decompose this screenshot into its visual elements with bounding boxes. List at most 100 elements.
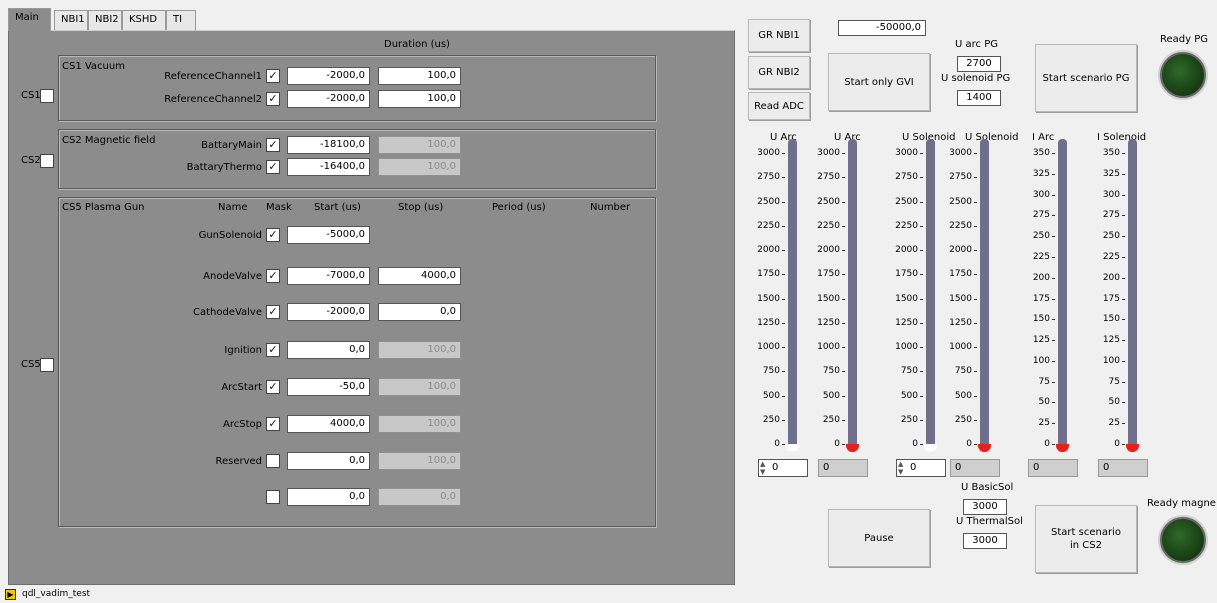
meter-tick-label: 0	[912, 439, 918, 449]
meter-tick-mark	[842, 322, 845, 324]
cs5-row-unnamed-start[interactable]: 0,0	[287, 488, 370, 506]
cs5-row-arcstart-stop: 100,0	[378, 378, 461, 396]
meter-tick-label: 100	[1102, 355, 1120, 366]
u-solenoid-pg-field[interactable]: 1400	[957, 90, 1001, 106]
cs5-row-cathodevalve-stop[interactable]: 0,0	[378, 303, 461, 321]
read-adc-button[interactable]: Read ADC	[748, 92, 810, 120]
u-arc-pg-field[interactable]: 2700	[957, 56, 1001, 72]
meter-tick-mark	[974, 250, 977, 251]
cs1-row2-duration-input[interactable]: 100,0	[378, 90, 461, 108]
cs5-row-anodevalve-stop[interactable]: 4000,0	[378, 267, 461, 285]
meter-tick-mark	[920, 419, 923, 421]
meter-tick-mark	[1052, 194, 1055, 196]
cs5-row-gunsolenoid-start[interactable]: -5000,0	[287, 226, 370, 244]
cs5-row-anodevalve-mask[interactable]: ✓	[266, 269, 280, 283]
cs1-row2-start-input[interactable]: -2000,0	[287, 90, 370, 108]
meter-tick-label: 3000	[949, 148, 972, 158]
cs5-row-gunsolenoid-name: GunSolenoid	[198, 230, 262, 241]
status-bar: ▶ qdl_vadim_test	[0, 586, 1217, 603]
meter-tick-label: 1000	[949, 342, 972, 352]
meter-tick-label: 1250	[817, 317, 840, 328]
cs5-row-anodevalve-start[interactable]: -7000,0	[287, 267, 370, 285]
meter-tick-label: 2000	[895, 245, 918, 255]
meter-tick-label: 2500	[895, 196, 918, 207]
meter-tube-5[interactable]	[1128, 139, 1137, 452]
u-thermalsol-field[interactable]: 3000	[963, 533, 1007, 549]
meter-tick-mark	[782, 274, 785, 276]
spinner-arrows-icon[interactable]: ▲ ▼	[760, 460, 765, 476]
cs5-row-arcstart-mask[interactable]: ✓	[266, 380, 280, 394]
meter-tube-4[interactable]	[1058, 139, 1067, 452]
meter-level-5	[1126, 444, 1139, 452]
tab-main[interactable]: Main	[8, 8, 51, 31]
meter-tick-label: 100	[1032, 355, 1050, 366]
meter-tick-mark	[974, 347, 977, 348]
cs5-checkbox[interactable]	[40, 358, 54, 372]
start-scenario-pg-button[interactable]: Start scenario PG	[1035, 44, 1137, 112]
meter-tick-label: 1750	[817, 269, 840, 280]
cs5-row-ignition-start[interactable]: 0,0	[287, 341, 370, 359]
meter-setpoint-input-0[interactable]: 0 ▲ ▼	[758, 459, 808, 477]
meter-tube-0[interactable]	[788, 139, 797, 452]
cs5-row-cathodevalve-mask[interactable]: ✓	[266, 305, 280, 319]
meter-tube-2[interactable]	[926, 139, 935, 452]
cs2-checkbox[interactable]	[40, 154, 54, 168]
meter-setpoint-input-2[interactable]: 0 ▲ ▼	[896, 459, 946, 477]
cs5-row-arcstop-start[interactable]: 4000,0	[287, 415, 370, 433]
main-tab-panel: Duration (us) CS1 CS1 Vacuum ReferenceCh…	[8, 30, 735, 585]
cs1-checkbox[interactable]	[40, 89, 54, 103]
meter-tick-mark	[974, 444, 977, 445]
control-panel: GR NBI1 GR NBI2 Read ADC -50000,0 Start …	[742, 8, 1217, 586]
cs1-row1-start-input[interactable]: -2000,0	[287, 67, 370, 85]
meter-tick-mark	[842, 250, 845, 251]
cs2-row1-mask-checkbox[interactable]: ✓	[266, 138, 280, 152]
meter-tick-mark	[1052, 402, 1055, 404]
meter-tube-1[interactable]	[848, 139, 857, 452]
meter-tick-mark	[1052, 340, 1055, 342]
cs5-row-arcstop-mask[interactable]: ✓	[266, 417, 280, 431]
cs1-row1-duration-input[interactable]: 100,0	[378, 67, 461, 85]
meter-tick-mark	[974, 371, 977, 373]
tab-kshd[interactable]: KSHD	[122, 10, 166, 30]
gr-nbi2-button[interactable]: GR NBI2	[748, 56, 810, 89]
meter-tick-label: 2250	[817, 220, 840, 231]
cs5-row-reserved-start[interactable]: 0,0	[287, 452, 370, 470]
tab-nbi1[interactable]: NBI1	[54, 10, 88, 30]
meter-tick-label: 2000	[949, 245, 972, 255]
meter-tick-label: 325	[1102, 168, 1120, 179]
meter-tick-label: 325	[1032, 168, 1050, 179]
cs5-row-reserved-name: Reserved	[215, 456, 262, 467]
cs2-row2-mask-checkbox[interactable]: ✓	[266, 160, 280, 174]
meter-tube-3[interactable]	[980, 139, 989, 452]
ready-pg-label: Ready PG	[1160, 34, 1209, 45]
meter-tick-label: 1000	[895, 342, 918, 352]
cs1-row1-mask-checkbox[interactable]: ✓	[266, 69, 280, 83]
meter-tick-mark	[920, 250, 923, 251]
tab-ti[interactable]: TI	[166, 10, 196, 30]
spinner-arrows-icon[interactable]: ▲ ▼	[898, 460, 903, 476]
cs5-row-arcstart-start[interactable]: -50,0	[287, 378, 370, 396]
meter-value-indicator-4: 0	[1028, 459, 1078, 477]
cs5-row-ignition-mask[interactable]: ✓	[266, 343, 280, 357]
meter-tick-label: 250	[1102, 231, 1120, 242]
meter-tick-label: 2750	[757, 172, 780, 183]
start-scenario-cs2-button[interactable]: Start scenario in CS2	[1035, 505, 1137, 573]
cs2-row1-start-input[interactable]: -18100,0	[287, 136, 370, 154]
cs5-row-reserved-mask[interactable]	[266, 454, 280, 468]
meter-tick-label: 350	[1032, 148, 1050, 158]
cs2-row2-start-input[interactable]: -16400,0	[287, 158, 370, 176]
start-only-gvi-button[interactable]: Start only GVI	[828, 53, 930, 111]
meter-tick-label: 0	[966, 439, 972, 449]
meter-tick-label: 125	[1102, 335, 1120, 346]
gr-nbi1-button[interactable]: GR NBI1	[748, 19, 810, 52]
cs1-row2-mask-checkbox[interactable]: ✓	[266, 92, 280, 106]
top-value-field[interactable]: -50000,0	[838, 20, 926, 36]
u-basicsol-field[interactable]: 3000	[963, 499, 1007, 515]
cs5-row-cathodevalve-start[interactable]: -2000,0	[287, 303, 370, 321]
cs5-row-gunsolenoid-mask[interactable]: ✓	[266, 228, 280, 242]
cs5-row-unnamed-mask[interactable]	[266, 490, 280, 504]
meter-tick-mark	[842, 274, 845, 276]
tab-nbi2[interactable]: NBI2	[88, 10, 122, 30]
pause-button[interactable]: Pause	[828, 509, 930, 567]
meter-tick-mark	[1122, 340, 1125, 342]
